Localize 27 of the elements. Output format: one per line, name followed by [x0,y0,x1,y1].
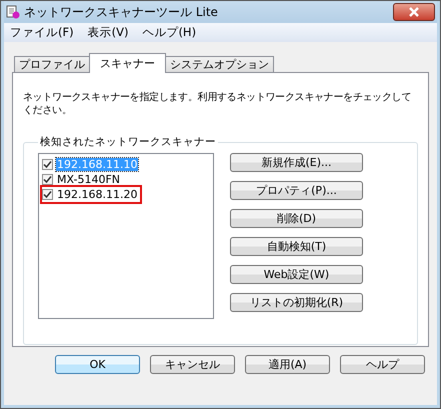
tab[interactable]: スキャナー [89,53,166,73]
description-text: ネットワークスキャナーを指定します。利用するネットワークスキャナーをチェックしてください。 [23,91,412,117]
menu-item[interactable]: ファイル(F) [10,25,74,40]
action-button[interactable]: 自動検知(T) [230,237,363,256]
scanner-item[interactable]: MX-5140FN [56,173,121,186]
window-title: ネットワークスキャナーツール Lite [24,4,219,20]
action-button[interactable]: リストの初期化(R) [230,293,363,312]
action-button[interactable]: 削除(D) [230,209,363,228]
close-button[interactable] [393,3,435,21]
checkbox[interactable] [42,174,53,185]
menu-item[interactable]: 表示(V) [88,25,128,40]
checkbox[interactable] [42,159,53,170]
dialog-button[interactable]: 適用(A) [245,355,330,374]
dialog-button[interactable]: OK [55,355,140,374]
tab[interactable]: システムオプション [165,56,274,72]
dialog-button[interactable]: ヘルプ [340,355,425,374]
app-icon [6,5,20,19]
group-title: 検知されたネットワークスキャナー [39,135,217,149]
tab[interactable]: プロファイル [14,56,90,72]
action-button[interactable]: プロパティ(P)... [230,181,363,200]
scanner-item[interactable]: 192.168.11.20 [56,188,138,201]
close-icon [408,7,420,17]
menu-item[interactable]: ヘルプ(H) [142,25,196,40]
action-button[interactable]: 新規作成(E)... [230,153,363,172]
dialog-button[interactable]: キャンセル [150,355,235,374]
action-button[interactable]: Web設定(W) [230,265,363,284]
checkbox[interactable] [42,189,53,200]
